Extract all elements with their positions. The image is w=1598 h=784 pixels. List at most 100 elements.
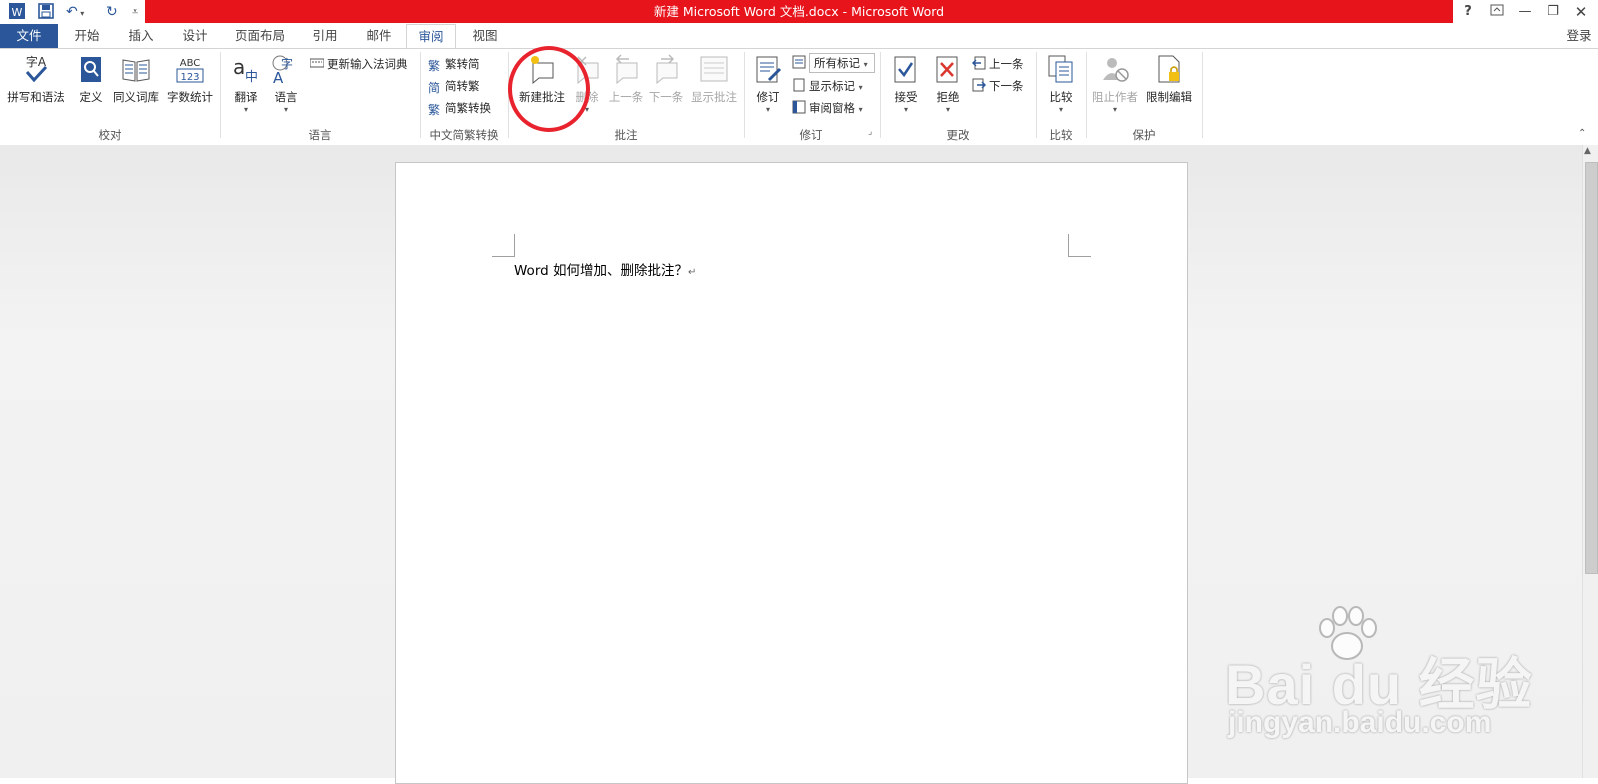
tab-review[interactable]: 审阅 <box>406 24 456 49</box>
book-search-icon <box>76 54 106 84</box>
compare-button[interactable]: 比较 ▾ <box>1042 54 1080 114</box>
sign-in-link[interactable]: 登录 <box>1560 24 1598 48</box>
tab-references[interactable]: 引用 <box>302 24 348 48</box>
close-icon[interactable]: ✕ <box>1567 0 1595 24</box>
tab-file[interactable]: 文件 <box>0 24 58 48</box>
update-ime-dictionary-button[interactable]: 更新输入法词典 <box>309 54 408 74</box>
markup-icon <box>792 55 806 69</box>
tab-home[interactable]: 开始 <box>64 24 110 48</box>
next-comment-icon <box>651 54 681 85</box>
block-authors-icon <box>1100 54 1130 84</box>
chevron-down-icon: ▾ <box>765 105 770 114</box>
group-label-tracking: 修订 <box>799 128 823 142</box>
restore-icon[interactable]: ❐ <box>1539 0 1567 24</box>
chevron-down-icon: ▾ <box>283 105 288 114</box>
simplified-to-traditional-button[interactable]: 简简转繁 <box>428 76 480 96</box>
track-changes-button[interactable]: 修订 ▾ <box>750 54 786 114</box>
next-comment-button[interactable]: 下一条 <box>646 54 686 105</box>
word-app-icon[interactable]: W <box>8 0 26 24</box>
accept-button[interactable]: 接受 ▾ <box>888 54 924 114</box>
translate-icon: a中 <box>231 54 261 85</box>
open-book-icon <box>121 54 151 84</box>
chevron-down-icon: ▾ <box>863 60 868 69</box>
document-text[interactable]: Word 如何增加、删除批注？↵ <box>514 259 696 279</box>
paragraph-mark: ↵ <box>688 267 697 278</box>
margin-corner-marker <box>1068 234 1091 257</box>
svg-text:ABC: ABC <box>180 58 201 69</box>
previous-comment-icon <box>611 54 641 85</box>
keyboard-icon <box>309 56 325 70</box>
tab-design[interactable]: 设计 <box>172 24 218 48</box>
accept-icon <box>891 54 921 84</box>
markup-select[interactable]: 所有标记 ▾ <box>792 53 875 73</box>
show-markup-icon <box>792 78 806 92</box>
scrollbar-thumb[interactable] <box>1585 162 1598 574</box>
chevron-down-icon: ▾ <box>243 105 248 114</box>
chevron-down-icon: ▾ <box>1112 105 1117 114</box>
save-icon[interactable] <box>38 0 54 24</box>
watermark-url: jingyan.baidu.com <box>1228 706 1492 739</box>
group-separator <box>1036 52 1037 138</box>
svg-text:A: A <box>273 69 284 84</box>
chevron-down-icon: ▾ <box>858 105 863 114</box>
next-change-button[interactable]: 下一条 <box>972 76 1024 96</box>
tab-insert[interactable]: 插入 <box>118 24 164 48</box>
redo-icon[interactable]: ↻ <box>106 0 118 24</box>
translate-button[interactable]: a中 翻译 ▾ <box>226 54 266 114</box>
word-count-icon: ABC 123 <box>175 54 205 84</box>
reviewing-pane-button[interactable]: 审阅窗格 ▾ <box>792 98 863 118</box>
svg-text:中: 中 <box>245 70 258 84</box>
chevron-down-icon: ▾ <box>858 83 863 92</box>
spelling-check-icon: 字A <box>21 54 51 84</box>
group-separator <box>880 52 881 138</box>
group-label-protect: 保护 <box>1132 128 1156 142</box>
conversion-icon: 繁 <box>428 103 441 117</box>
restrict-editing-button[interactable]: 限制编辑 <box>1142 54 1196 105</box>
group-label-proofing: 校对 <box>98 128 122 142</box>
reject-icon <box>933 54 963 84</box>
customize-qat-icon[interactable]: ⩡ <box>132 0 138 24</box>
track-changes-icon <box>753 54 783 84</box>
word-count-button[interactable]: ABC 123 字数统计 <box>164 54 216 105</box>
svg-text:123: 123 <box>180 72 199 83</box>
svg-text:a: a <box>233 55 245 79</box>
define-button[interactable]: 定义 <box>72 54 110 105</box>
document-paragraph[interactable]: Word 如何增加、删除批注？ <box>514 263 688 279</box>
help-button[interactable]: ? <box>1454 0 1482 24</box>
chevron-down-icon: ▾ <box>945 105 950 114</box>
previous-change-button[interactable]: 上一条 <box>971 54 1024 74</box>
previous-change-icon <box>971 56 986 70</box>
tab-page-layout[interactable]: 页面布局 <box>228 24 292 48</box>
group-separator <box>1086 52 1087 138</box>
group-label-language: 语言 <box>308 128 332 142</box>
window-title: 新建 Microsoft Word 文档.docx - Microsoft Wo… <box>145 0 1453 23</box>
show-markup-button[interactable]: 显示标记 ▾ <box>792 76 863 96</box>
reject-button[interactable]: 拒绝 ▾ <box>930 54 966 114</box>
block-authors-button[interactable]: 阻止作者 ▾ <box>1090 54 1140 114</box>
chinese-conversion-button[interactable]: 繁简繁转换 <box>428 98 491 118</box>
ribbon-display-options-icon[interactable] <box>1483 0 1511 24</box>
collapse-ribbon-icon[interactable]: ⌃ <box>1578 128 1586 139</box>
dialog-launcher-icon[interactable]: ⌟ <box>868 127 872 137</box>
spelling-grammar-button[interactable]: 字A 拼写和语法 <box>4 54 68 105</box>
language-icon: 字A <box>271 54 301 87</box>
show-comments-button[interactable]: 显示批注 <box>688 54 740 105</box>
scroll-up-icon[interactable]: ▲ <box>1584 146 1591 156</box>
minimize-icon[interactable]: — <box>1511 0 1539 24</box>
previous-comment-button[interactable]: 上一条 <box>606 54 646 105</box>
tab-view[interactable]: 视图 <box>462 24 508 48</box>
compare-icon <box>1046 54 1076 84</box>
group-separator <box>744 52 745 138</box>
language-button[interactable]: 字A 语言 ▾ <box>266 54 306 114</box>
tab-mailings[interactable]: 邮件 <box>356 24 402 48</box>
highlight-circle <box>508 46 590 132</box>
thesaurus-button[interactable]: 同义词库 <box>110 54 162 105</box>
svg-text:W: W <box>12 6 23 19</box>
undo-icon[interactable]: ↶ ▾ <box>66 0 84 24</box>
group-separator <box>220 52 221 138</box>
group-label-changes: 更改 <box>946 128 970 142</box>
traditional-char-icon: 繁 <box>428 59 441 73</box>
chevron-down-icon: ▾ <box>903 105 908 114</box>
reviewing-pane-icon <box>792 100 806 114</box>
traditional-to-simplified-button[interactable]: 繁繁转简 <box>428 54 480 74</box>
